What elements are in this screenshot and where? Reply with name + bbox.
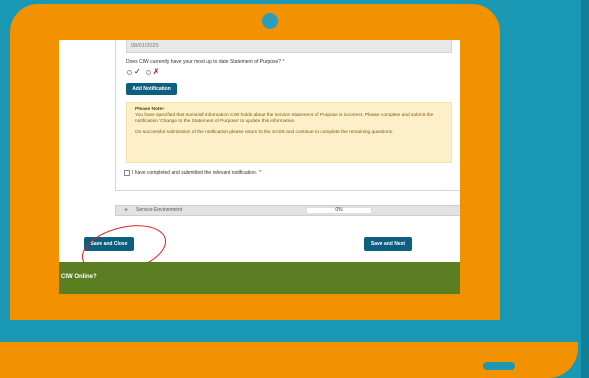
note-box: Please Note! You have specified that som… [126, 102, 452, 163]
save-and-next-button[interactable]: Save and Next [364, 237, 412, 251]
cross-icon: ✗ [152, 67, 160, 76]
save-and-close-button[interactable]: Save and Close [84, 237, 134, 251]
laptop-base [0, 342, 578, 378]
camera-dot [262, 13, 278, 29]
laptop-base-slot [483, 362, 515, 370]
laptop-screen: 08/01/2025 Does CIW currently have your … [59, 40, 460, 294]
radio-no[interactable] [145, 69, 151, 75]
required-mark: * [259, 170, 262, 176]
accordion-label: Service Environment [136, 207, 183, 213]
note-body-2: On successful submission of the notifica… [135, 130, 394, 135]
required-mark: * [282, 59, 285, 65]
footer-text[interactable]: CIW Online? [61, 274, 97, 280]
date-field[interactable]: 08/01/2025 [126, 40, 452, 53]
confirm-checkbox[interactable] [124, 170, 130, 176]
radio-yes[interactable] [127, 69, 132, 75]
accordion-service-environment[interactable]: + Service Environment 0% [115, 205, 460, 216]
question-text: Does CIW currently have your most up to … [126, 59, 282, 65]
form-panel: 08/01/2025 Does CIW currently have your … [115, 40, 460, 191]
footer-bar: CIW Online? [59, 262, 460, 294]
plus-icon: + [124, 207, 129, 214]
confirm-row: I have completed and submitted the relev… [124, 170, 261, 176]
yes-no-radio-group: ✓ ✗ [127, 68, 159, 76]
confirm-label: I have completed and submitted the relev… [132, 170, 258, 176]
background-band [581, 0, 589, 378]
add-notification-button[interactable]: Add Notification [126, 83, 177, 95]
statement-question: Does CIW currently have your most up to … [126, 59, 284, 65]
progress-indicator: 0% [306, 207, 372, 214]
check-icon: ✓ [134, 67, 141, 76]
note-body: You have specified that some/all informa… [135, 113, 434, 124]
